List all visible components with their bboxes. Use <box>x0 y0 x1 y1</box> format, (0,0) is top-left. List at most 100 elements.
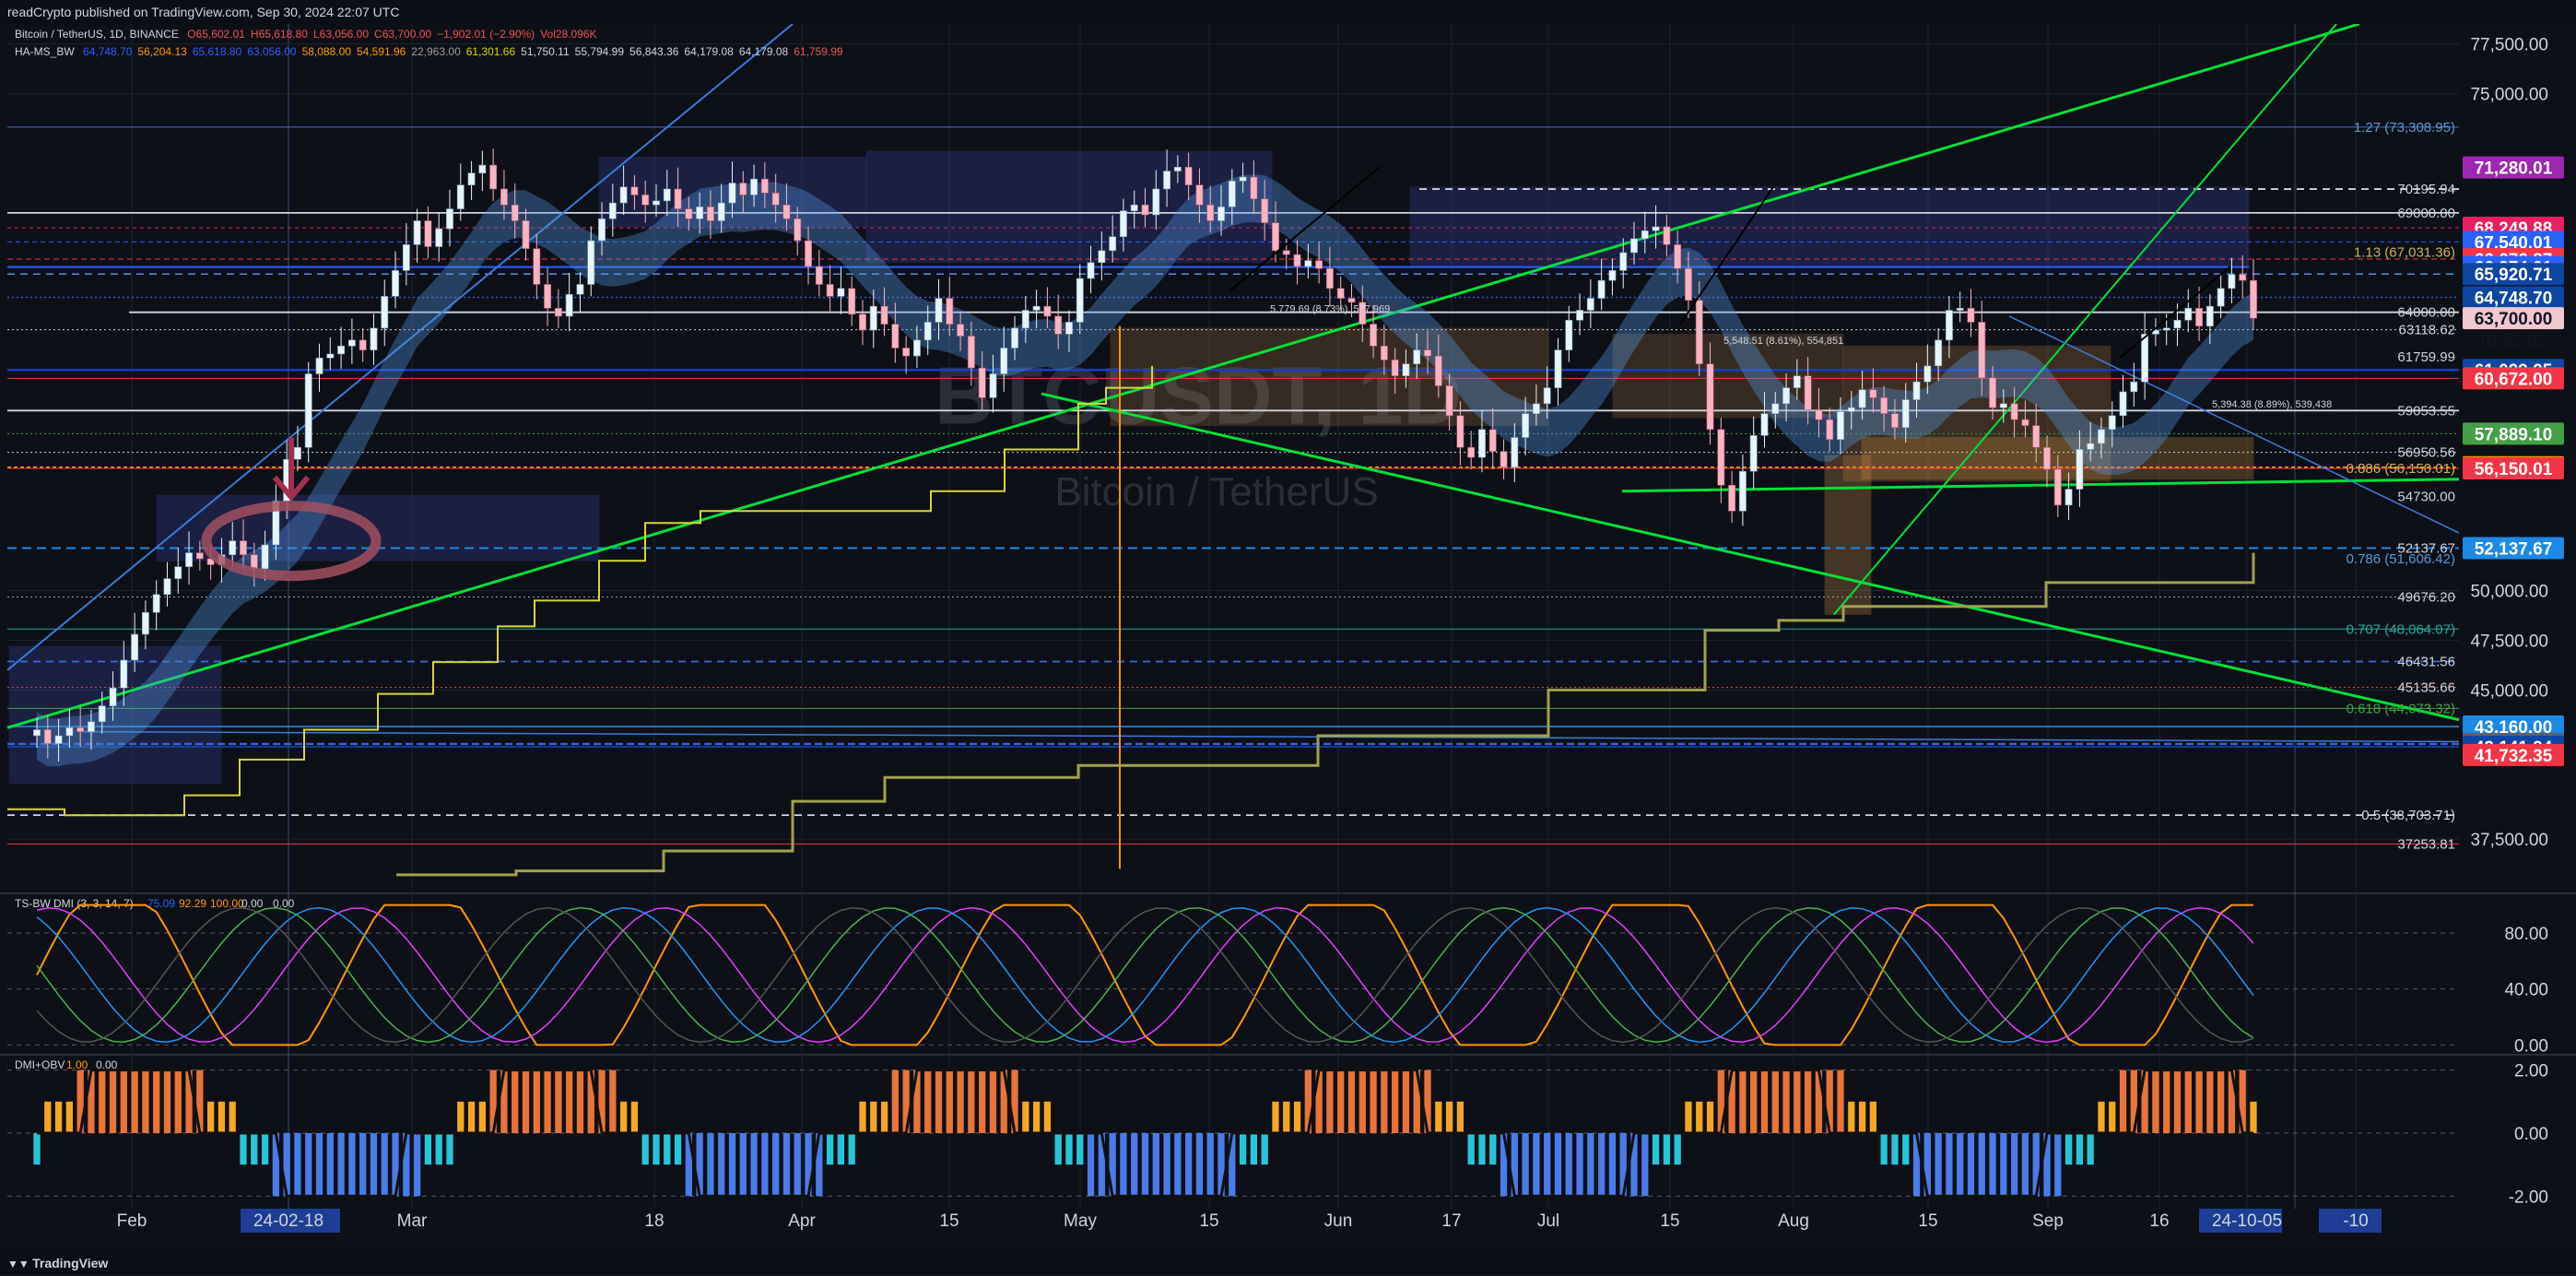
obv-bar <box>131 1069 138 1133</box>
obv-bar <box>109 1069 117 1133</box>
obv-bar <box>1565 1133 1572 1197</box>
price-tag-label: 65,920.71 <box>2475 266 2553 285</box>
obv-bar <box>1272 1101 1279 1133</box>
candle-body <box>717 202 725 221</box>
candle-body <box>619 186 628 204</box>
candle-body <box>1206 204 1215 221</box>
candle-body <box>1370 324 1378 347</box>
obv-bar <box>1141 1133 1149 1197</box>
obv-bar <box>435 1133 442 1165</box>
indicator-value: 56,204.13 <box>137 45 187 58</box>
obv-title: DMI+OBV <box>15 1058 65 1071</box>
obv-bar <box>772 1133 780 1197</box>
obv-bar <box>957 1069 964 1133</box>
obv-bar <box>794 1133 801 1197</box>
obv-bar <box>522 1069 530 1133</box>
candle-body <box>1771 403 1780 414</box>
dmi-axis-tick: 40.00 <box>2504 981 2548 1000</box>
obv-bar <box>54 1101 63 1133</box>
obv-axis-tick: -2.00 <box>2509 1187 2548 1207</box>
level-label: 69000.00 <box>2397 206 2455 221</box>
candle-body <box>1163 171 1171 190</box>
candle-body <box>902 348 911 357</box>
obv-bar <box>1989 1133 1996 1197</box>
candle-body <box>2184 308 2193 321</box>
obv-bar <box>2184 1069 2192 1133</box>
obv-bar <box>1326 1069 1334 1133</box>
x-axis-tick-label: 15 <box>939 1211 959 1231</box>
candle-body <box>805 240 812 267</box>
candle-body <box>1923 365 1932 383</box>
candle-body <box>1076 278 1084 323</box>
publish-header: readCrypto published on TradingView.com,… <box>0 0 2576 24</box>
candle-body <box>1021 310 1029 329</box>
obv-bar <box>1837 1069 1844 1133</box>
candle-body <box>782 204 791 219</box>
candle-body <box>65 727 74 737</box>
symbol-name: Bitcoin / TetherUS, 1D, BINANCE <box>15 28 179 41</box>
candle-body <box>359 339 367 350</box>
candle-body <box>630 186 639 195</box>
candle-body <box>2032 425 2041 448</box>
candle-body <box>565 293 573 317</box>
candle-body <box>1173 166 1182 171</box>
candle-body <box>424 220 432 247</box>
obv-bar <box>1641 1133 1649 1197</box>
x-axis-tick-label: May <box>1064 1211 1097 1231</box>
candle-body <box>750 178 759 195</box>
obv-bar <box>1293 1101 1301 1133</box>
candle-body <box>1945 310 1953 341</box>
level-label: 0.786 (51,606.42) <box>2347 551 2455 567</box>
obv-bar <box>446 1133 453 1165</box>
obv-bar <box>1750 1069 1758 1133</box>
price-axis-tick: 77,500.00 <box>2470 36 2548 55</box>
candle-body <box>848 288 856 315</box>
obv-bar <box>1032 1101 1041 1133</box>
candle-body <box>446 208 453 230</box>
footer-logo-text: TradingView <box>32 1256 109 1270</box>
candle-body <box>1674 244 1682 269</box>
obv-bar <box>1065 1133 1073 1165</box>
level-label: 54730.00 <box>2397 490 2455 505</box>
obv-bar <box>1206 1133 1214 1197</box>
obv-bar <box>2000 1133 2007 1197</box>
candle-body <box>1152 188 1160 216</box>
candle-body <box>1847 407 1855 412</box>
candle-body <box>1912 381 1921 400</box>
obv-bar <box>478 1101 486 1133</box>
candle-body <box>1522 413 1530 438</box>
candle-body <box>1195 184 1204 206</box>
obv-bar <box>99 1069 106 1133</box>
price-axis-tick: 45,000.00 <box>2470 681 2548 701</box>
obv-bar <box>2098 1101 2105 1133</box>
chart-canvas[interactable]: Feb 24-02-18 Mar 18 Apr 15 May 15 Jun 17 Jul 15 Aug 1… <box>0 24 2576 1251</box>
obv-bar <box>467 1101 476 1133</box>
obv-bar <box>218 1101 226 1133</box>
candle-body <box>739 183 747 195</box>
candle-body <box>685 208 693 219</box>
candle-body <box>696 207 704 219</box>
candle-body <box>663 188 671 202</box>
candle-body <box>587 240 595 285</box>
obv-bar <box>1478 1133 1486 1165</box>
obv-bar <box>826 1133 834 1165</box>
footer-bar: ▼▼ TradingView <box>0 1251 2576 1275</box>
ohlc-value: Vol28.096K <box>540 28 597 41</box>
obv-bar <box>1598 1133 1606 1197</box>
candle-body <box>794 219 802 242</box>
obv-bar <box>1347 1069 1356 1133</box>
candle-body <box>1586 298 1594 311</box>
measure-label: 5,548.51 (8.61%), 554,851 <box>1723 336 1843 347</box>
candle-body <box>1282 250 1290 255</box>
x-axis-tick-label: Jul <box>1537 1211 1559 1231</box>
obv-bar <box>65 1101 74 1133</box>
ohlc-value: H65,618.80 <box>250 28 308 41</box>
candle-body <box>1272 222 1279 252</box>
candle-body <box>1565 319 1573 350</box>
candle-body <box>1250 176 1258 200</box>
tradingview-logo: ▼▼ TradingView <box>7 1251 108 1276</box>
obv-bar <box>891 1069 899 1133</box>
indicator-value: 61,301.66 <box>465 45 516 58</box>
obv-bar <box>1576 1133 1583 1197</box>
candle-body <box>1500 451 1508 468</box>
